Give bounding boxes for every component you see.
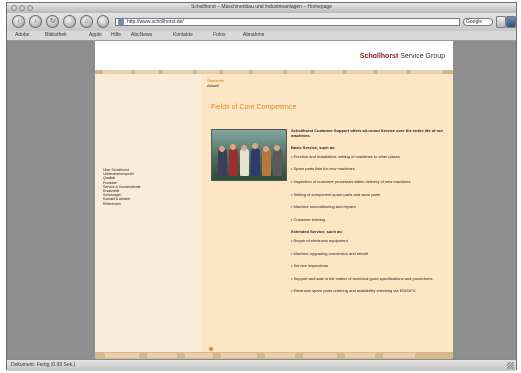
basic-service-item: • Erection and installation, setting of … — [291, 153, 401, 159]
bookmark-item[interactable]: AbcNews — [131, 32, 152, 39]
search-input[interactable]: Google — [463, 18, 493, 26]
page-header: Schollhorst Service Group — [95, 41, 453, 70]
footer-nav-item[interactable] — [265, 353, 295, 358]
photo-person — [229, 148, 238, 176]
basic-service-item: • Spare parts lists for new machines — [291, 166, 355, 172]
logo-suffix: Service Group — [400, 53, 445, 60]
breadcrumb: Startseite Aktuell — [207, 78, 224, 88]
status-text: Dokument: Fertig (0.93 Sek.) — [11, 362, 76, 368]
extended-service-item: • Machine upgrading conversion and retro… — [291, 250, 369, 256]
extended-service-item: • Service inspections — [291, 263, 328, 269]
search-go-button[interactable] — [496, 16, 506, 28]
bookmark-item[interactable]: Kontakte — [173, 32, 193, 39]
photo-person — [262, 148, 271, 176]
back-button[interactable]: ‹ — [12, 15, 25, 28]
browser-window: Schollhorst – Maschinenbau und Industrie… — [6, 2, 517, 371]
url-input[interactable]: http://www.schollhorst.de/ — [115, 18, 460, 26]
photo-person — [273, 148, 282, 176]
footer-nav-item[interactable] — [345, 353, 375, 358]
basic-service-item: • Setting of component spare parts and w… — [291, 191, 381, 197]
photo-person — [218, 148, 227, 176]
footer-nav-item[interactable] — [221, 353, 257, 358]
basic-service-item: • Customer training — [291, 216, 326, 222]
footer-nav-item[interactable] — [147, 353, 177, 358]
page-title: Fields of Core Competence — [211, 104, 297, 111]
bookmarks-bar: Adobe Bibliothek Apple Hilfe AbcNews Kon… — [7, 31, 516, 41]
forward-button[interactable]: › — [29, 15, 42, 28]
photo-person — [240, 148, 249, 176]
window-title: Schollhorst – Maschinenbau und Industrie… — [191, 4, 332, 10]
basic-service-item: • Machine reconditioning and repairs — [291, 204, 356, 210]
extended-service-item: • Electronic spare parts ordering and av… — [291, 288, 416, 294]
team-photo — [211, 129, 287, 181]
left-nav-menu: Über Schollhorst Unternehmensprofil Qual… — [103, 168, 140, 206]
main-text: Schollhorst Customer Support offers all-… — [291, 128, 451, 302]
photo-person-head — [230, 144, 236, 150]
sidebar-toggle-button[interactable] — [506, 16, 516, 28]
main-column: Startseite Aktuell Fields of Core Compet… — [201, 74, 453, 352]
bookmark-add-button[interactable] — [97, 15, 109, 28]
footer-nav-item[interactable] — [383, 353, 415, 358]
bookmark-item[interactable]: Apple — [89, 32, 102, 39]
left-nav-item[interactable]: Referenzen — [103, 202, 140, 206]
home-button[interactable]: ⌂ — [80, 15, 93, 28]
bookmark-item[interactable]: Bibliothek — [45, 32, 67, 39]
web-page: Schollhorst Service Group Über Schollhor… — [95, 41, 453, 359]
logo-brand: Schollhorst — [359, 53, 399, 60]
reload-button[interactable]: ↻ — [46, 15, 59, 28]
resize-grip-icon[interactable] — [507, 362, 514, 369]
site-logo[interactable]: Schollhorst Service Group — [360, 53, 445, 60]
bookmark-item[interactable]: Hilfe — [111, 32, 121, 39]
extended-service-heading: Extended Service, such as: — [291, 229, 343, 235]
site-favicon-icon — [118, 19, 124, 25]
photo-person-head — [219, 146, 225, 152]
footer-nav-item[interactable] — [105, 353, 139, 358]
photo-person-head — [274, 145, 280, 151]
basic-service-item: • Inspection of customer processes withi… — [291, 178, 411, 184]
bookmark-item[interactable]: Adobe — [15, 32, 29, 39]
page-footer-nav — [95, 352, 453, 359]
status-bar: Dokument: Fertig (0.93 Sek.) — [7, 359, 516, 371]
extended-service-item: • Support and sale in the matter of tech… — [291, 275, 433, 281]
extended-service-item: • Repair of electronic equipment — [291, 237, 348, 243]
intro-paragraph: Schollhorst Customer Support offers all-… — [291, 128, 444, 138]
footer-nav-item[interactable] — [303, 353, 337, 358]
photo-person-head — [241, 145, 247, 151]
photo-person-head — [252, 143, 258, 149]
photo-person — [251, 148, 260, 176]
browser-toolbar: ‹ › ↻ ⌂ http://www.schollhorst.de/ Googl… — [7, 13, 516, 32]
breadcrumb-item[interactable]: Aktuell — [207, 83, 224, 88]
basic-service-heading: Basic Service, such as: — [291, 145, 336, 151]
photo-person-head — [263, 146, 269, 152]
bookmark-item[interactable]: Abnahme — [243, 32, 264, 39]
bookmark-item[interactable]: Fotos — [213, 32, 226, 39]
footer-nav-item[interactable] — [185, 353, 213, 358]
web-content-area: Schollhorst Service Group Über Schollhor… — [7, 41, 516, 359]
page-marker-icon — [209, 347, 213, 351]
stop-button[interactable] — [63, 15, 76, 28]
left-sidebar: Über Schollhorst Unternehmensprofil Qual… — [95, 74, 201, 352]
